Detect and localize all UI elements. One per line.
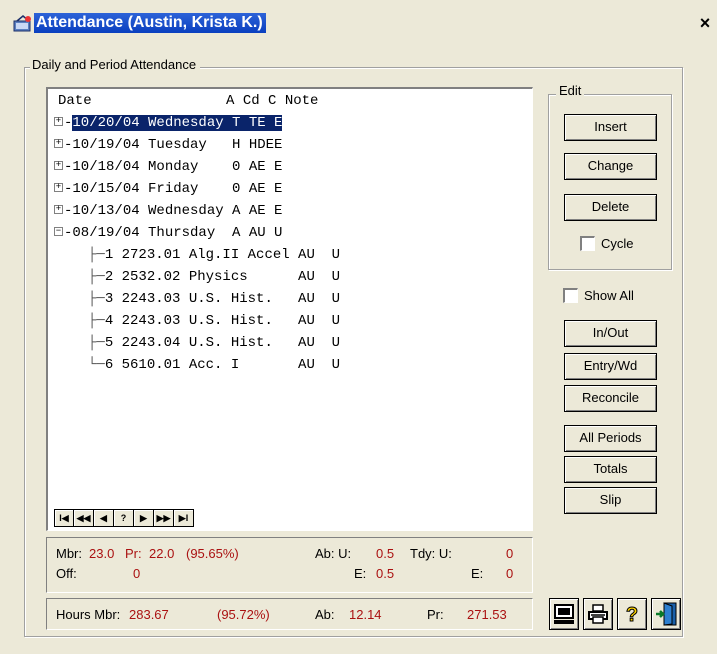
tree-date-row[interactable]: + -10/13/04 Wednesday A AE E — [54, 202, 282, 221]
tree-row-text: 6 5610.01 Acc. I AU U — [104, 357, 341, 373]
expand-icon[interactable]: + — [54, 204, 63, 214]
tree-row-text: 1 2723.01 Alg.II Accel AU U — [104, 247, 341, 263]
tree-period-row[interactable]: ├─5 2243.04 U.S. Hist. AU U — [88, 334, 340, 353]
ab-e-label: E: — [354, 566, 367, 581]
insert-button[interactable]: Insert — [564, 114, 657, 141]
exit-door-icon[interactable] — [651, 598, 681, 630]
hours-percent: (95.72%) — [217, 607, 270, 622]
all-periods-button[interactable]: All Periods — [564, 425, 657, 452]
off-value: 0 — [133, 566, 141, 581]
help-icon[interactable]: ? — [617, 598, 647, 630]
tree-connector: ├─ — [88, 291, 105, 307]
tree-row-text: 10/19/04 Tuesday H HDEE — [72, 137, 283, 153]
expand-icon[interactable]: + — [54, 138, 63, 148]
computer-icon[interactable] — [549, 598, 579, 630]
collapse-icon[interactable]: − — [54, 226, 63, 236]
next-record-button[interactable]: ▶ — [134, 509, 154, 527]
expand-icon[interactable]: + — [54, 182, 63, 192]
prev-record-button[interactable]: ◀ — [94, 509, 114, 527]
pr-value: 22.0 — [149, 546, 175, 561]
tree-date-row[interactable]: − -08/19/04 Thursday A AU U — [54, 224, 282, 243]
tdy-u-label: Tdy: U: — [410, 546, 452, 561]
expand-icon[interactable]: + — [54, 116, 63, 126]
show-all-checkbox[interactable]: Show All — [563, 288, 634, 303]
svg-text:?: ? — [626, 604, 638, 625]
hours-pr-label: Pr: — [427, 607, 444, 622]
cycle-label: Cycle — [601, 236, 634, 251]
tree-column-header: Date A Cd C Note — [58, 93, 319, 109]
tree-connector: ├─ — [88, 335, 105, 351]
prev-page-button[interactable]: ◀◀ — [74, 509, 94, 527]
show-all-checkbox-box[interactable] — [563, 288, 578, 303]
title-bar: Attendance (Austin, Krista K.) × — [0, 0, 717, 38]
hours-panel: Hours Mbr: 283.67 (95.72%) Ab: 12.14 Pr:… — [46, 598, 533, 630]
tdy-e-value: 0 — [506, 566, 514, 581]
slip-button[interactable]: Slip — [564, 487, 657, 514]
tree-row-text: 5 2243.04 U.S. Hist. AU U — [104, 335, 341, 351]
off-label: Off: — [56, 566, 77, 581]
tree-date-row[interactable]: + -10/19/04 Tuesday H HDEE — [54, 136, 282, 155]
expand-icon[interactable]: + — [54, 160, 63, 170]
attendance-tree[interactable]: Date A Cd C Note + -10/20/04 Wednesday T … — [46, 87, 533, 531]
tree-connector: ├─ — [88, 247, 105, 263]
hours-ab-value: 12.14 — [349, 607, 382, 622]
tree-date-row[interactable]: + -10/20/04 Wednesday T TE E — [54, 114, 283, 133]
tree-connector: └─ — [88, 357, 105, 373]
window-title: Attendance (Austin, Krista K.) — [34, 13, 266, 33]
tree-connector: ├─ — [88, 269, 105, 285]
show-all-label: Show All — [584, 288, 634, 303]
tree-row-text: 10/18/04 Monday 0 AE E — [72, 159, 283, 175]
mbr-value: 23.0 — [89, 546, 115, 561]
tree-period-row[interactable]: └─6 5610.01 Acc. I AU U — [88, 356, 340, 375]
nav-help-button[interactable]: ? — [114, 509, 134, 527]
ab-e-value: 0.5 — [376, 566, 395, 581]
hours-ab-label: Ab: — [315, 607, 335, 622]
tree-date-row[interactable]: + -10/15/04 Friday 0 AE E — [54, 180, 282, 199]
tdy-u-value: 0 — [506, 546, 514, 561]
reconcile-button[interactable]: Reconcile — [564, 385, 657, 412]
cycle-checkbox[interactable]: Cycle — [580, 236, 634, 251]
totals-button[interactable]: Totals — [564, 456, 657, 483]
pr-label: Pr: — [125, 546, 142, 561]
printer-icon[interactable] — [583, 598, 613, 630]
attendance-window: Attendance (Austin, Krista K.) × Daily a… — [0, 0, 717, 654]
tree-row-text: 2 2532.02 Physics AU U — [104, 269, 341, 285]
tree-row-text: 08/19/04 Thursday A AU U — [72, 225, 283, 241]
app-icon — [13, 15, 33, 33]
close-button[interactable]: × — [696, 12, 714, 34]
group-label: Daily and Period Attendance — [30, 57, 201, 72]
cycle-checkbox-box[interactable] — [580, 236, 595, 251]
edit-group-label: Edit — [556, 83, 585, 98]
tree-period-row[interactable]: ├─3 2243.03 U.S. Hist. AU U — [88, 290, 340, 309]
tree-row-text: 10/15/04 Friday 0 AE E — [72, 181, 283, 197]
summary-panel: Mbr: 23.0 Pr: 22.0 (95.65%) Ab: U: 0.5 T… — [46, 537, 533, 593]
tree-row-text: 3 2243.03 U.S. Hist. AU U — [104, 291, 341, 307]
tree-period-row[interactable]: ├─2 2532.02 Physics AU U — [88, 268, 340, 287]
tree-row-text: 4 2243.03 U.S. Hist. AU U — [104, 313, 341, 329]
in-out-button[interactable]: In/Out — [564, 320, 657, 347]
delete-button[interactable]: Delete — [564, 194, 657, 221]
hours-mbr-label: Hours Mbr: — [56, 607, 121, 622]
tree-row-text: 10/20/04 Wednesday T TE E — [72, 115, 283, 131]
mbr-label: Mbr: — [56, 546, 82, 561]
tree-row-text: 10/13/04 Wednesday A AE E — [72, 203, 283, 219]
hours-mbr-value: 283.67 — [129, 607, 169, 622]
tree-date-row[interactable]: + -10/18/04 Monday 0 AE E — [54, 158, 282, 177]
change-button[interactable]: Change — [564, 153, 657, 180]
ab-u-value: 0.5 — [376, 546, 395, 561]
pr-percent: (95.65%) — [186, 546, 239, 561]
tree-period-row[interactable]: ├─4 2243.03 U.S. Hist. AU U — [88, 312, 340, 331]
tree-period-row[interactable]: ├─1 2723.01 Alg.II Accel AU U — [88, 246, 340, 265]
first-record-button[interactable]: I◀ — [54, 509, 74, 527]
record-navigator: I◀ ◀◀ ◀ ? ▶ ▶▶ ▶I — [54, 509, 194, 527]
tdy-e-label: E: — [471, 566, 484, 581]
last-record-button[interactable]: ▶I — [174, 509, 194, 527]
ab-u-label: Ab: U: — [315, 546, 352, 561]
next-page-button[interactable]: ▶▶ — [154, 509, 174, 527]
entry-wd-button[interactable]: Entry/Wd — [564, 353, 657, 380]
tree-connector: ├─ — [88, 313, 105, 329]
hours-pr-value: 271.53 — [467, 607, 507, 622]
